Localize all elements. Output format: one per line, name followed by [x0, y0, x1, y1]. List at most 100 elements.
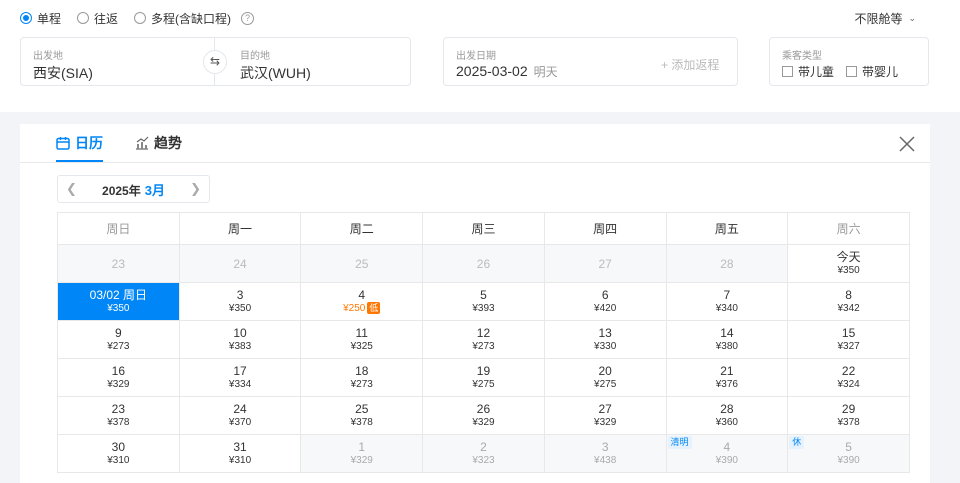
calendar-day-cell: 24: [178, 244, 302, 283]
calendar-day-price: ¥329: [423, 416, 544, 429]
calendar-day-cell[interactable]: 18 ¥273: [300, 358, 424, 397]
calendar-day-cell[interactable]: 6 ¥420: [543, 282, 667, 321]
calendar-week-row: 16 ¥329 17 ¥334 18 ¥273 19 ¥275 20 ¥275 21 ¥376 22 ¥3…: [57, 358, 910, 397]
low-price-badge: 低: [367, 302, 381, 314]
with-child-checkbox[interactable]: 带儿童: [782, 63, 834, 80]
calendar-week-row: 03/02 周日 ¥350 3 ¥350 4 ¥250 低 5 ¥393 6 ¥420 7 ¥340 8 ¥…: [57, 282, 910, 321]
price-value: ¥329: [107, 379, 130, 390]
calendar-day-cell: 28: [665, 244, 789, 283]
calendar-day-cell[interactable]: 26 ¥329: [422, 396, 545, 435]
calendar-day-number: 22: [841, 364, 856, 378]
price-value: ¥376: [715, 379, 738, 390]
calendar-day-cell[interactable]: 22 ¥324: [787, 358, 910, 397]
calendar-day-cell[interactable]: 14 ¥380: [665, 320, 789, 359]
with-infant-label: 带婴儿: [862, 65, 899, 79]
destination-input[interactable]: 武汉(WUH): [240, 63, 311, 83]
calendar-day-cell[interactable]: 03/02 周日 ¥350: [57, 282, 180, 321]
origin-input[interactable]: 西安(SIA): [33, 63, 93, 83]
help-icon[interactable]: ?: [241, 11, 255, 25]
weekday-header: 周五: [665, 212, 789, 245]
trip-type-roundtrip[interactable]: 往返: [77, 10, 118, 27]
calendar-day-cell[interactable]: 7 ¥340: [665, 282, 789, 321]
calendar-week-row: 23 ¥378 24 ¥370 25 ¥378 26 ¥329 27 ¥329 28 ¥360 29 ¥3…: [57, 396, 910, 435]
calendar-day-cell[interactable]: 11 ¥325: [300, 320, 424, 359]
chevron-right-icon[interactable]: ❯: [190, 181, 201, 197]
price-value: ¥273: [350, 379, 373, 390]
calendar-day-cell[interactable]: 20 ¥275: [543, 358, 667, 397]
panel-tabs: 日历 趋势: [56, 124, 214, 162]
calendar-day-cell[interactable]: 1 ¥329: [300, 434, 424, 473]
with-infant-checkbox[interactable]: 带婴儿: [846, 63, 898, 80]
depart-date-box[interactable]: 出发日期 2025-03-02 明天 + 添加返程: [443, 37, 738, 86]
price-value: ¥393: [472, 303, 495, 314]
calendar-day-price: ¥342: [788, 302, 909, 315]
calendar-day-price: ¥323: [423, 454, 544, 467]
calendar-day-cell[interactable]: 24 ¥370: [178, 396, 302, 435]
calendar-day-cell[interactable]: 休 5 ¥390: [787, 434, 910, 473]
month-navigator: ❮ 2025年 3月 ❯: [57, 175, 210, 203]
weekday-header: 周四: [543, 212, 667, 245]
calendar-day-cell[interactable]: 31 ¥310: [178, 434, 302, 473]
price-value: ¥438: [594, 455, 617, 466]
price-value: ¥383: [228, 341, 252, 352]
price-value: ¥378: [837, 417, 860, 428]
calendar-day-price: ¥329: [301, 454, 422, 467]
calendar-day-cell[interactable]: 21 ¥376: [665, 358, 789, 397]
tab-trend[interactable]: 趋势: [135, 124, 182, 162]
add-return-button[interactable]: + 添加返程: [661, 56, 719, 73]
radio-checked-icon: [20, 12, 32, 24]
calendar-day-cell[interactable]: 17 ¥334: [178, 358, 302, 397]
calendar-day-cell[interactable]: 2 ¥323: [422, 434, 545, 473]
trip-type-oneway[interactable]: 单程: [20, 10, 61, 27]
calendar-day-number: 25: [355, 256, 369, 271]
price-value: ¥250: [343, 303, 366, 314]
calendar-day-number: 5: [480, 288, 487, 302]
trip-type-group: 单程 往返 多程(含缺口程) ?: [20, 10, 255, 27]
calendar-day-cell[interactable]: 29 ¥378: [787, 396, 910, 435]
calendar-day-number: 9: [115, 326, 122, 340]
month-month: 3月: [144, 182, 165, 198]
calendar-day-cell[interactable]: 9 ¥273: [57, 320, 180, 359]
calendar-day-price: ¥390: [788, 454, 909, 467]
calendar-day-price: ¥325: [301, 340, 422, 353]
calendar-day-cell[interactable]: 5 ¥393: [422, 282, 545, 321]
close-icon[interactable]: [898, 135, 916, 153]
calendar-day-cell[interactable]: 30 ¥310: [57, 434, 180, 473]
calendar-day-cell[interactable]: 13 ¥330: [543, 320, 667, 359]
price-value: ¥390: [837, 455, 860, 466]
calendar-day-cell[interactable]: 3 ¥350: [178, 282, 302, 321]
calendar-day-cell[interactable]: 27 ¥329: [543, 396, 667, 435]
calendar-day-cell[interactable]: 19 ¥275: [422, 358, 545, 397]
calendar-day-cell[interactable]: 4 ¥250 低: [300, 282, 424, 321]
depart-date-value: 2025-03-02 明天: [456, 63, 558, 80]
trip-type-label: 单程: [37, 11, 62, 26]
calendar-day-cell[interactable]: 8 ¥342: [787, 282, 910, 321]
holiday-badge: 休: [789, 436, 805, 449]
calendar-day-cell[interactable]: 清明 4 ¥390: [665, 434, 789, 473]
calendar-day-number: 8: [845, 288, 852, 302]
weekday-header: 周一: [178, 212, 302, 245]
calendar-day-cell[interactable]: 今天 ¥350: [787, 244, 910, 283]
calendar-day-number: 27: [598, 402, 612, 416]
calendar-day-cell[interactable]: 28 ¥360: [665, 396, 789, 435]
calendar-day-cell[interactable]: 25 ¥378: [300, 396, 424, 435]
calendar-day-cell[interactable]: 3 ¥438: [543, 434, 667, 473]
swap-route-icon[interactable]: ⇆: [203, 50, 227, 74]
trip-type-multi[interactable]: 多程(含缺口程): [134, 10, 231, 27]
calendar-day-number: 12: [476, 326, 491, 340]
price-value: ¥380: [715, 341, 738, 352]
chevron-left-icon[interactable]: ❮: [66, 181, 77, 197]
calendar-day-cell[interactable]: 23 ¥378: [57, 396, 180, 435]
calendar-day-cell[interactable]: 12 ¥273: [422, 320, 545, 359]
price-value: ¥275: [594, 379, 617, 390]
cabin-select[interactable]: 不限舱等 ⌄: [854, 10, 916, 27]
calendar-day-price: ¥360: [667, 416, 788, 429]
calendar-day-cell[interactable]: 10 ¥383: [178, 320, 302, 359]
tab-calendar[interactable]: 日历: [56, 124, 103, 162]
calendar-day-cell[interactable]: 15 ¥327: [787, 320, 910, 359]
passenger-options: 带儿童 带婴儿: [782, 63, 910, 82]
trip-type-label: 多程(含缺口程): [151, 11, 232, 26]
with-child-label: 带儿童: [798, 65, 835, 79]
calendar-day-number: 23: [111, 402, 126, 416]
calendar-day-cell[interactable]: 16 ¥329: [57, 358, 180, 397]
